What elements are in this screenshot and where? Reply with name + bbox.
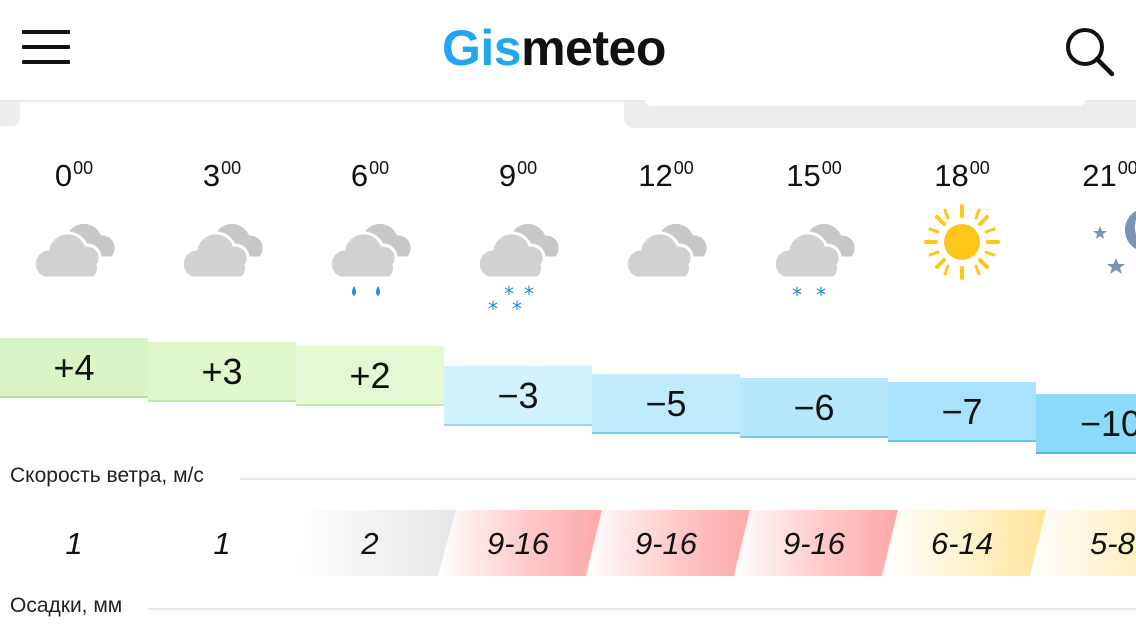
svg-text:*: * <box>792 283 802 307</box>
wind-speed-value: 5-8 <box>1090 526 1135 561</box>
gismeteo-logo[interactable]: Gismeteo <box>442 18 666 78</box>
temperature-cell: −5 <box>592 374 740 434</box>
logo-meteo-text: meteo <box>521 20 666 76</box>
cloudy-icon <box>148 198 296 318</box>
svg-text:*: * <box>524 282 534 306</box>
precipitation-section-title: Осадки, мм <box>10 594 131 618</box>
wind-speed-value: 9-16 <box>486 526 550 561</box>
hour-label: 1200 <box>638 158 694 193</box>
wind-speed-value: 9-16 <box>634 526 698 561</box>
wind-speed-value: 2 <box>361 526 379 561</box>
cloudy-icon <box>0 198 148 318</box>
wind-section-title: Скорость ветра, м/с <box>10 464 212 488</box>
svg-text:*: * <box>488 297 498 318</box>
hour-label: 900 <box>498 158 538 193</box>
hour-label: 2100 <box>1082 158 1136 193</box>
temperature-cell: −6 <box>740 378 888 438</box>
cloudy-snow-icon: * * * * <box>444 198 592 318</box>
hamburger-menu-icon[interactable] <box>22 30 72 66</box>
wind-speed-value: 9-16 <box>782 526 846 561</box>
wind-speed-value: 1 <box>65 526 83 561</box>
svg-text:*: * <box>816 283 826 307</box>
temperature-cell: +3 <box>148 342 296 402</box>
cloudy-rain-icon <box>296 198 444 318</box>
hour-label: 300 <box>202 158 242 193</box>
moon-stars-icon <box>1036 198 1136 318</box>
temperature-cell: −7 <box>888 382 1036 442</box>
hour-label: 1800 <box>934 158 990 193</box>
tab-strip-inner <box>645 100 1085 106</box>
wind-speed-value: 1 <box>213 526 231 561</box>
wind-section-divider <box>240 478 1136 480</box>
precipitation-section-divider <box>148 608 1136 610</box>
hour-label: 600 <box>350 158 390 193</box>
temperature-cell: −10 <box>1036 394 1136 454</box>
sun-icon <box>888 198 1036 318</box>
hour-label: 000 <box>54 158 94 193</box>
app-header: Gismeteo <box>0 0 1136 102</box>
hour-label: 1500 <box>786 158 842 193</box>
temperature-cell: −3 <box>444 366 592 426</box>
tab-strip-left <box>0 102 20 126</box>
temperature-cell: +4 <box>0 338 148 398</box>
search-icon[interactable] <box>1062 24 1118 80</box>
wind-speed-value: 6-14 <box>930 526 994 561</box>
temperature-cell: +2 <box>296 346 444 406</box>
cloudy-light-snow-icon: * * <box>740 198 888 318</box>
cloudy-icon <box>592 198 740 318</box>
logo-gis-text: Gis <box>442 20 522 76</box>
svg-text:*: * <box>512 297 522 318</box>
